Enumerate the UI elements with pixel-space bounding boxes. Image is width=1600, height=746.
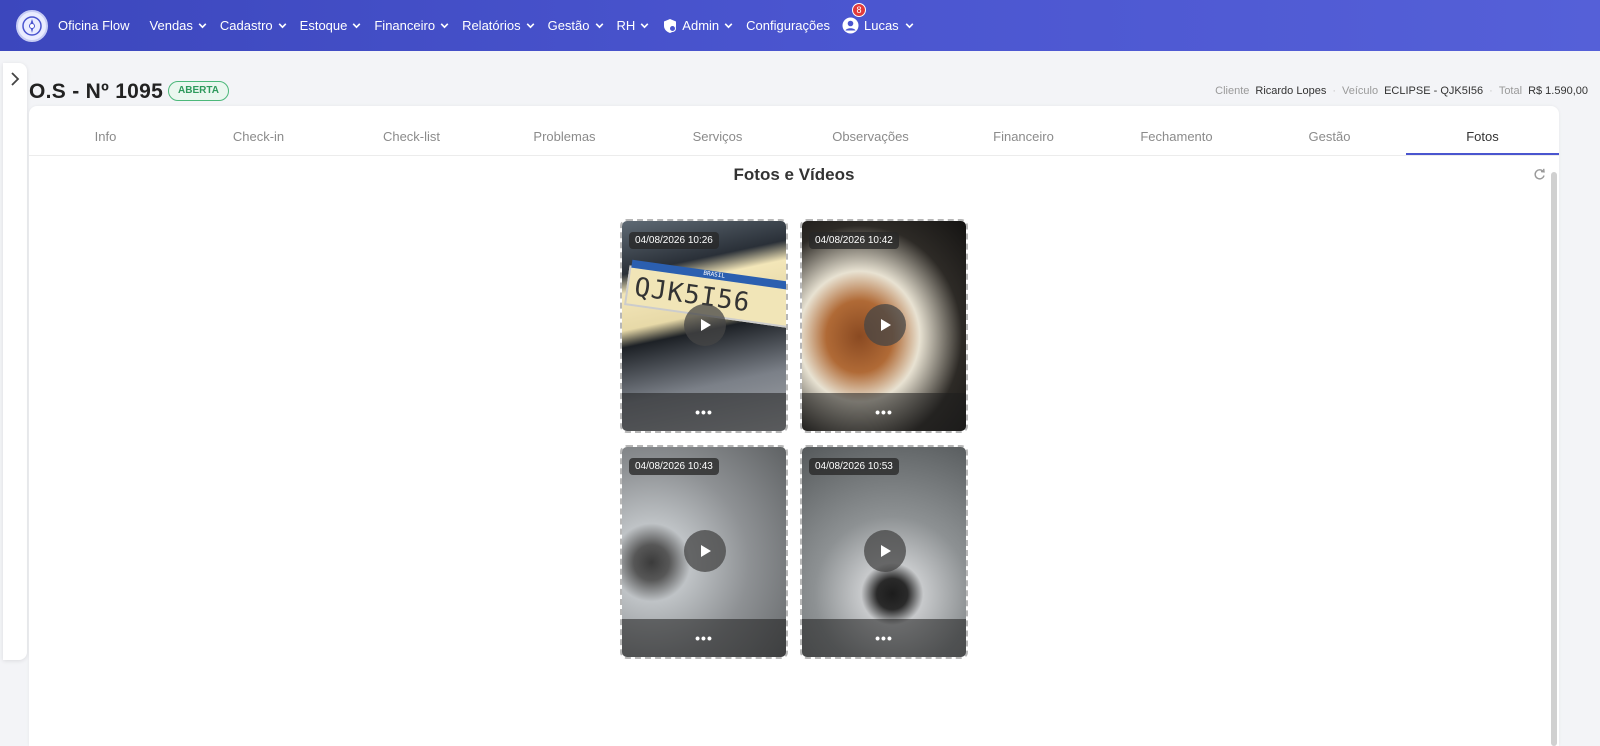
media-grid: BRASIL QJK5I56 04/08/2026 10:26 ••• 04/08…	[620, 219, 968, 659]
play-icon	[881, 319, 891, 331]
play-button[interactable]	[684, 530, 726, 572]
collapsed-sidebar	[3, 63, 27, 660]
chevron-down-icon	[440, 23, 449, 29]
tab-bar: Info Check-in Check-list Problemas Servi…	[29, 118, 1559, 156]
play-icon	[701, 319, 711, 331]
media-timestamp: 04/08/2026 10:26	[629, 232, 719, 249]
media-card[interactable]: 04/08/2026 10:43 •••	[620, 445, 788, 659]
nav-label: Gestão	[547, 18, 590, 33]
more-options-button[interactable]: •••	[875, 630, 893, 646]
scrollbar[interactable]	[1551, 172, 1557, 746]
user-circle-icon	[842, 17, 859, 34]
chevron-down-icon	[724, 23, 733, 29]
client-label: Cliente	[1215, 85, 1250, 97]
refresh-icon[interactable]	[1533, 168, 1546, 181]
brand[interactable]: Oficina Flow	[16, 9, 130, 42]
nav-configuracoes[interactable]: Configurações	[746, 18, 830, 33]
more-options-button[interactable]: •••	[695, 404, 713, 420]
user-name: Lucas	[863, 18, 899, 33]
client-value: Ricardo Lopes	[1255, 85, 1327, 97]
page-title: O.S - Nº 1095	[29, 80, 164, 103]
nav-estoque[interactable]: Estoque	[300, 18, 363, 33]
nav-label: RH	[616, 18, 636, 33]
play-icon	[881, 545, 891, 557]
section-title: Fotos e Vídeos	[733, 165, 855, 184]
more-options-button[interactable]: •••	[875, 404, 893, 420]
media-actions-bar: •••	[802, 619, 966, 657]
tab-financeiro[interactable]: Financeiro	[947, 118, 1100, 155]
nav-rh[interactable]: RH	[617, 18, 651, 33]
nav-label: Configurações	[746, 18, 830, 33]
play-icon	[701, 545, 711, 557]
total-label: Total	[1498, 85, 1523, 97]
nav-vendas[interactable]: Vendas	[150, 18, 208, 33]
tab-fotos[interactable]: Fotos	[1406, 118, 1559, 155]
chevron-down-icon	[595, 23, 603, 29]
media-card[interactable]: 04/08/2026 10:42 •••	[800, 219, 968, 433]
media-card[interactable]: 04/08/2026 10:53 •••	[800, 445, 968, 659]
notification-badge: 8	[851, 3, 866, 17]
nav-label: Admin	[682, 18, 720, 33]
media-actions-bar: •••	[622, 393, 786, 431]
tab-problemas[interactable]: Problemas	[488, 118, 641, 155]
play-button[interactable]	[864, 304, 906, 346]
tab-observacoes[interactable]: Observações	[794, 118, 947, 155]
media-timestamp: 04/08/2026 10:43	[629, 458, 719, 475]
app-name: Oficina Flow	[58, 18, 130, 33]
nav-gestao[interactable]: Gestão	[548, 18, 605, 33]
separator: ·	[1332, 85, 1336, 97]
chevron-down-icon	[352, 23, 361, 29]
play-button[interactable]	[864, 530, 906, 572]
chevron-right-icon[interactable]	[9, 71, 21, 87]
tab-check-in[interactable]: Check-in	[182, 118, 335, 155]
chevron-down-icon	[278, 23, 287, 29]
total-value: R$ 1.590,00	[1528, 85, 1588, 97]
nav-label: Cadastro	[219, 18, 273, 33]
media-actions-bar: •••	[622, 619, 786, 657]
nav-financeiro[interactable]: Financeiro	[374, 18, 450, 33]
tab-gestao[interactable]: Gestão	[1253, 118, 1406, 155]
media-actions-bar: •••	[802, 393, 966, 431]
more-options-button[interactable]: •••	[695, 630, 713, 646]
vehicle-label: Veículo	[1342, 85, 1379, 97]
tab-check-list[interactable]: Check-list	[335, 118, 488, 155]
nav-cadastro[interactable]: Cadastro	[220, 18, 288, 33]
shield-gear-icon	[664, 18, 677, 33]
chevron-down-icon	[198, 23, 207, 29]
tab-servicos[interactable]: Serviços	[641, 118, 794, 155]
separator: ·	[1489, 85, 1493, 97]
main-card: Info Check-in Check-list Problemas Servi…	[29, 106, 1559, 746]
chevron-down-icon	[526, 23, 534, 29]
order-summary: Cliente Ricardo Lopes · Veículo ECLIPSE …	[1215, 85, 1588, 97]
top-navbar: Oficina Flow Vendas Cadastro Estoque Fin…	[0, 0, 1600, 51]
user-menu[interactable]: 8 Lucas	[842, 3, 915, 34]
media-timestamp: 04/08/2026 10:53	[809, 458, 899, 475]
play-button[interactable]	[684, 304, 726, 346]
nav-label: Estoque	[299, 18, 348, 33]
chevron-down-icon	[640, 23, 649, 29]
chevron-down-icon	[905, 23, 914, 29]
main-menu: Vendas Cadastro Estoque Financeiro Relat…	[150, 3, 915, 34]
media-timestamp: 04/08/2026 10:42	[809, 232, 899, 249]
vehicle-value: ECLIPSE - QJK5I56	[1384, 85, 1484, 97]
app-logo-icon	[16, 9, 48, 42]
tab-fechamento[interactable]: Fechamento	[1100, 118, 1253, 155]
media-card[interactable]: BRASIL QJK5I56 04/08/2026 10:26 •••	[620, 219, 788, 433]
status-badge: ABERTA	[168, 81, 229, 101]
nav-label: Vendas	[149, 18, 193, 33]
nav-label: Relatórios	[462, 18, 521, 33]
tab-info[interactable]: Info	[29, 118, 182, 155]
nav-admin[interactable]: Admin	[662, 18, 734, 34]
nav-label: Financeiro	[374, 18, 436, 33]
nav-relatorios[interactable]: Relatórios	[462, 18, 536, 33]
